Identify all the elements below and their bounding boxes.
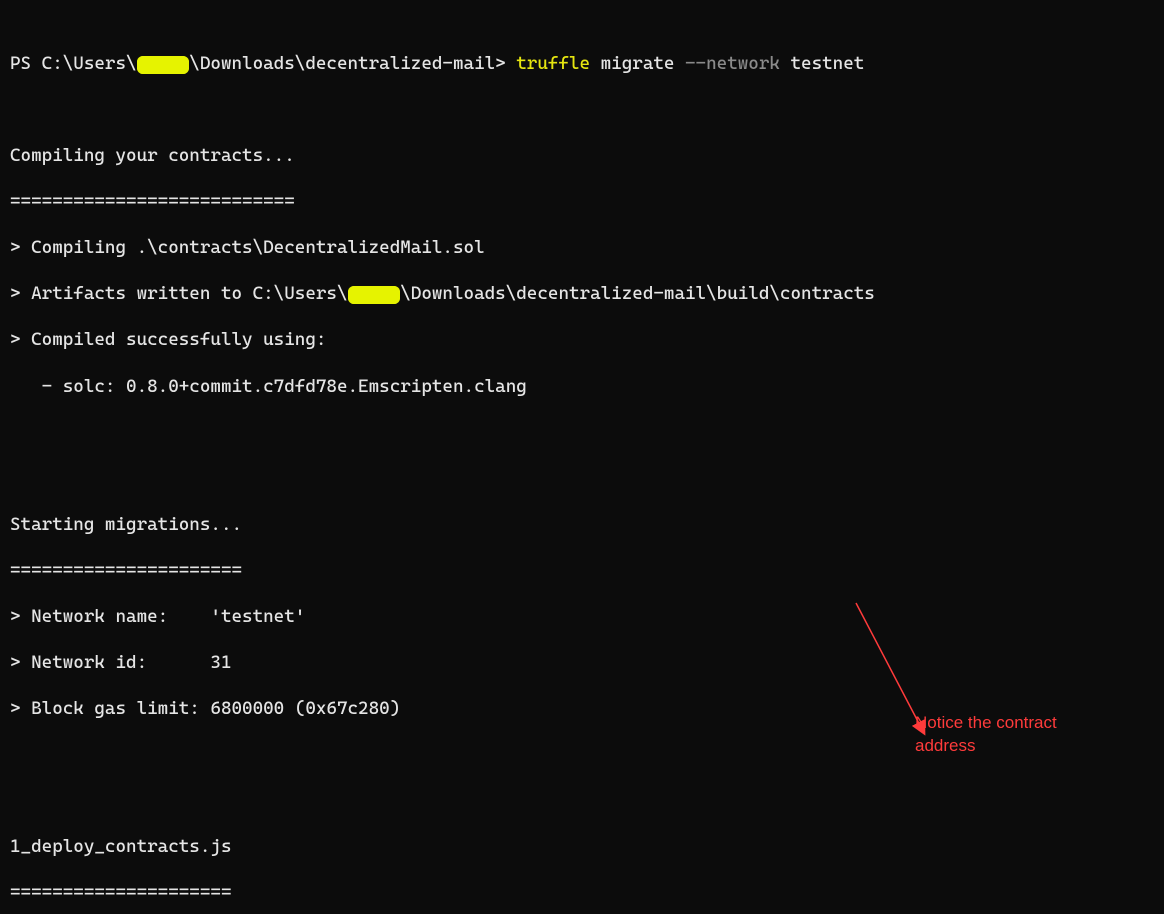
prompt-line: PS C:\Users\ \Downloads\decentralized-ma… — [10, 52, 1154, 75]
solc-line: - solc: 0.8.0+commit.c7dfd78e.Emscripten… — [10, 375, 1154, 398]
annotation: Notice the contract address — [0, 0, 1164, 914]
artifacts-pre: > Artifacts written to C:\Users\ — [10, 283, 348, 304]
migrations-header: Starting migrations... — [10, 513, 1154, 536]
artifacts-line: > Artifacts written to C:\Users\ \Downlo… — [10, 282, 1154, 305]
compile-line: > Compiled successfully using: — [10, 328, 1154, 351]
cmd-rest: testnet — [780, 53, 864, 74]
prompt-suffix: \Downloads\decentralized-mail> — [189, 53, 516, 74]
block-gas-limit: > Block gas limit: 6800000 (0x67c280) — [10, 697, 1154, 720]
cmd-truffle: truffle — [516, 53, 590, 74]
artifacts-post: \Downloads\decentralized-mail\build\cont… — [400, 283, 875, 304]
redacted-username — [137, 56, 190, 74]
cmd-migrate: migrate — [590, 53, 685, 74]
compile-header: Compiling your contracts... — [10, 144, 1154, 167]
network-id: > Network id: 31 — [10, 651, 1154, 674]
compile-line: > Compiling .\contracts\DecentralizedMai… — [10, 236, 1154, 259]
cmd-flag: --network — [685, 53, 780, 74]
terminal-output: PS C:\Users\ \Downloads\decentralized-ma… — [0, 0, 1164, 914]
network-name: > Network name: 'testnet' — [10, 605, 1154, 628]
compile-rule: =========================== — [10, 190, 1154, 213]
migrations-rule: ====================== — [10, 559, 1154, 582]
redacted-username — [348, 286, 401, 304]
prompt-prefix: PS C:\Users\ — [10, 53, 137, 74]
deploy-file: 1_deploy_contracts.js — [10, 835, 1154, 858]
deploy-rule: ===================== — [10, 881, 1154, 904]
